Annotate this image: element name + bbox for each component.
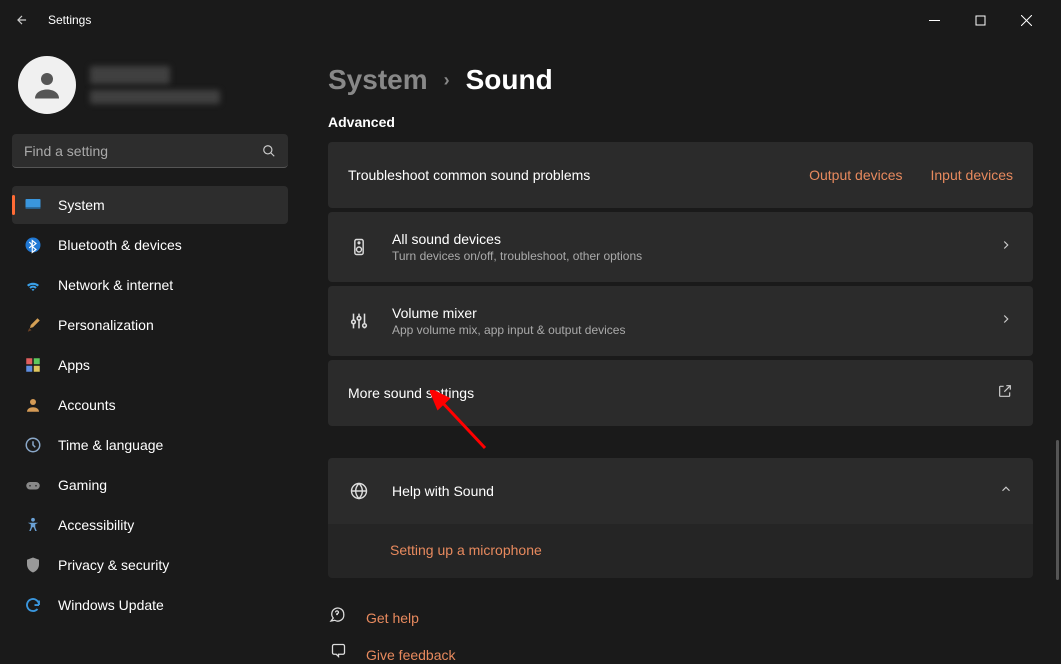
output-devices-button[interactable]: Output devices [809, 167, 902, 183]
titlebar: Settings [0, 0, 1061, 40]
sidebar-item-label: Bluetooth & devices [58, 237, 182, 253]
sidebar-item-label: Network & internet [58, 277, 173, 293]
globe-help-icon [348, 481, 370, 501]
bluetooth-icon [24, 236, 42, 254]
chevron-up-icon [999, 482, 1013, 501]
breadcrumb-parent[interactable]: System [328, 64, 428, 96]
display-icon [24, 196, 42, 214]
close-button[interactable] [1003, 4, 1049, 36]
all-sound-devices-card[interactable]: All sound devices Turn devices on/off, t… [328, 212, 1033, 282]
chevron-right-icon [999, 312, 1013, 331]
sidebar-item-windows-update[interactable]: Windows Update [12, 586, 288, 624]
mixer-icon [348, 310, 370, 332]
search-icon [262, 144, 276, 158]
mic-setup-link[interactable]: Setting up a microphone [390, 542, 542, 558]
card-desc: Turn devices on/off, troubleshoot, other… [392, 249, 999, 263]
sidebar-item-system[interactable]: System [12, 186, 288, 224]
help-with-sound-card[interactable]: Help with Sound [328, 458, 1033, 524]
sidebar-item-label: Accessibility [58, 517, 134, 533]
sidebar-item-network[interactable]: Network & internet [12, 266, 288, 304]
sidebar-item-gaming[interactable]: Gaming [12, 466, 288, 504]
sidebar-item-label: Personalization [58, 317, 154, 333]
sidebar-item-label: System [58, 197, 105, 213]
card-title: Troubleshoot common sound problems [348, 167, 590, 183]
sidebar-item-label: Apps [58, 357, 90, 373]
feedback-icon [328, 643, 348, 664]
more-sound-settings-card[interactable]: More sound settings [328, 360, 1033, 426]
chevron-right-icon [999, 238, 1013, 257]
sidebar-item-personalization[interactable]: Personalization [12, 306, 288, 344]
sidebar-item-accounts[interactable]: Accounts [12, 386, 288, 424]
speaker-icon [348, 237, 370, 257]
card-title: More sound settings [348, 385, 997, 401]
external-link-icon [997, 383, 1013, 404]
person-icon [24, 396, 42, 414]
profile-name-redacted [90, 66, 170, 84]
sidebar-item-privacy[interactable]: Privacy & security [12, 546, 288, 584]
profile-email-redacted [90, 90, 220, 104]
input-devices-button[interactable]: Input devices [931, 167, 1014, 183]
card-desc: App volume mix, app input & output devic… [392, 323, 999, 337]
avatar [18, 56, 76, 114]
give-feedback-link[interactable]: Give feedback [328, 643, 1033, 664]
main-panel: System › Sound Advanced Troubleshoot com… [300, 40, 1061, 664]
section-title: Advanced [328, 114, 1033, 130]
paintbrush-icon [24, 316, 42, 334]
chevron-right-icon: › [444, 70, 450, 91]
wifi-icon [24, 276, 42, 294]
sidebar-item-label: Gaming [58, 477, 107, 493]
sidebar-item-accessibility[interactable]: Accessibility [12, 506, 288, 544]
get-help-link[interactable]: Get help [328, 606, 1033, 629]
gaming-icon [24, 476, 42, 494]
troubleshoot-card: Troubleshoot common sound problems Outpu… [328, 142, 1033, 208]
update-icon [24, 596, 42, 614]
profile[interactable] [12, 48, 288, 134]
sidebar-item-label: Accounts [58, 397, 116, 413]
shield-icon [24, 556, 42, 574]
scrollbar[interactable] [1056, 440, 1059, 580]
sidebar-item-label: Windows Update [58, 597, 164, 613]
sidebar-item-bluetooth[interactable]: Bluetooth & devices [12, 226, 288, 264]
maximize-button[interactable] [957, 4, 1003, 36]
help-chat-icon [328, 606, 348, 629]
sidebar-item-time-language[interactable]: Time & language [12, 426, 288, 464]
help-body: Setting up a microphone [328, 524, 1033, 578]
link-label: Give feedback [366, 647, 456, 663]
sidebar-item-label: Privacy & security [58, 557, 169, 573]
clock-globe-icon [24, 436, 42, 454]
link-label: Get help [366, 610, 419, 626]
accessibility-icon [24, 516, 42, 534]
breadcrumb: System › Sound [328, 64, 1033, 96]
volume-mixer-card[interactable]: Volume mixer App volume mix, app input &… [328, 286, 1033, 356]
sidebar-item-label: Time & language [58, 437, 163, 453]
apps-icon [24, 356, 42, 374]
card-title: Help with Sound [392, 483, 999, 499]
search-input[interactable] [12, 134, 288, 168]
app-title: Settings [48, 13, 91, 27]
breadcrumb-current: Sound [466, 64, 553, 96]
back-button[interactable] [12, 10, 32, 30]
sidebar-item-apps[interactable]: Apps [12, 346, 288, 384]
card-title: All sound devices [392, 231, 999, 247]
minimize-button[interactable] [911, 4, 957, 36]
sidebar: System Bluetooth & devices Network & int… [0, 40, 300, 664]
card-title: Volume mixer [392, 305, 999, 321]
